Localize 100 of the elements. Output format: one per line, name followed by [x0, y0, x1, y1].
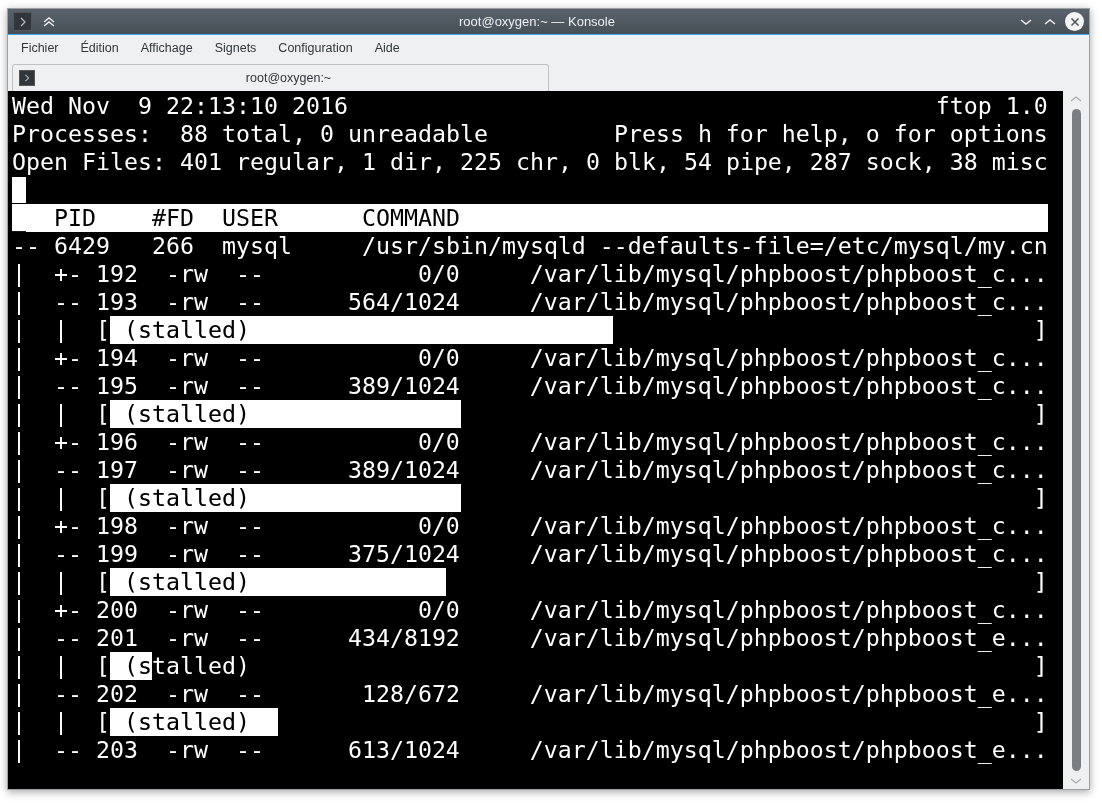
file-path: /var/lib/mysql/phpboost/phpboost_e... — [529, 680, 1048, 708]
file-path: /var/lib/mysql/phpboost/phpboost_c... — [529, 288, 1048, 316]
menu-item[interactable]: Affichage — [140, 39, 193, 58]
tree-marker: | — [54, 484, 68, 512]
tree-marker: | — [12, 680, 26, 708]
file-path: /var/lib/mysql/phpboost/phpboost_c... — [529, 344, 1048, 372]
column-heading: COMMAND — [361, 204, 460, 232]
file-mode: -rw — [165, 624, 208, 652]
tree-marker: | — [12, 288, 26, 316]
tree-marker: | — [54, 652, 68, 680]
status-text: Press h for help, o for options — [613, 120, 1048, 148]
tree-marker: +- — [54, 512, 82, 540]
command-text: /usr/sbin/mysqld --defaults-file=/etc/mysql/my.cn — [361, 232, 1048, 260]
tree-marker: -- — [54, 540, 82, 568]
close-button[interactable] — [1065, 12, 1084, 31]
scroll-thumb[interactable] — [1071, 109, 1081, 771]
tree-marker: | — [54, 568, 68, 596]
progress-bracket: [ — [95, 316, 110, 344]
file-flags: -- — [235, 456, 264, 484]
tree-marker: | — [12, 260, 26, 288]
window-title: root@oxygen:~ — Konsole — [459, 12, 615, 31]
scrollbar[interactable] — [1063, 91, 1089, 789]
file-mode: -rw — [165, 372, 208, 400]
file-offset: 375/1024 — [347, 540, 460, 568]
fd-number: 196 — [95, 428, 138, 456]
fd-number: 193 — [95, 288, 138, 316]
tree-marker: | — [12, 456, 26, 484]
process-id: 6429 — [54, 232, 110, 260]
progress-bracket: ] — [1033, 568, 1048, 596]
file-offset: 564/1024 — [347, 288, 460, 316]
menu-item[interactable]: Signets — [214, 39, 257, 58]
file-mode: -rw — [165, 288, 208, 316]
file-flags: -- — [235, 736, 264, 764]
tree-marker: | — [12, 540, 26, 568]
tab[interactable]: root@oxygen:~ — [12, 64, 549, 91]
file-path: /var/lib/mysql/phpboost/phpboost_c... — [529, 512, 1048, 540]
file-flags: -- — [235, 512, 264, 540]
tree-marker: -- — [12, 232, 40, 260]
menu-item[interactable]: Fichier — [21, 39, 59, 58]
progress-bracket: [ — [95, 652, 110, 680]
file-offset: 0/0 — [417, 260, 460, 288]
file-path: /var/lib/mysql/phpboost/phpboost_c... — [529, 260, 1048, 288]
file-path: /var/lib/mysql/phpboost/phpboost_c... — [529, 428, 1048, 456]
tree-marker: | — [12, 428, 26, 456]
tree-marker: -- — [54, 624, 82, 652]
file-offset: 128/672 — [361, 680, 460, 708]
tree-marker: | — [54, 708, 68, 736]
fd-number: 199 — [95, 540, 138, 568]
progress-bracket: [ — [95, 400, 110, 428]
fd-number: 202 — [95, 680, 138, 708]
file-path: /var/lib/mysql/phpboost/phpboost_c... — [529, 596, 1048, 624]
file-mode: -rw — [165, 344, 208, 372]
tree-marker: | — [12, 316, 26, 344]
progress-bracket: ] — [1033, 652, 1048, 680]
tree-marker: | — [12, 624, 26, 652]
progress-label: (stalled) — [123, 568, 250, 596]
fd-number: 194 — [95, 344, 138, 372]
file-flags: -- — [235, 624, 264, 652]
file-flags: -- — [235, 288, 264, 316]
close-icon — [1069, 16, 1080, 27]
tree-marker: | — [12, 344, 26, 372]
progress-label: (stalled) — [123, 708, 250, 736]
tree-marker: +- — [54, 260, 82, 288]
tree-marker: -- — [54, 288, 82, 316]
tree-marker: | — [12, 372, 26, 400]
tree-marker: +- — [54, 344, 82, 372]
double-chevron-icon — [42, 15, 56, 28]
tree-marker: | — [12, 708, 26, 736]
terminal-icon — [19, 70, 35, 86]
chevron-up-icon — [1043, 16, 1057, 27]
menu-item[interactable]: Configuration — [278, 39, 353, 58]
tree-marker: | — [54, 400, 68, 428]
fd-number: 192 — [95, 260, 138, 288]
tree-marker: -- — [54, 372, 82, 400]
tree-marker: +- — [54, 428, 82, 456]
file-offset: 0/0 — [417, 596, 460, 624]
chevron-down-icon — [1019, 16, 1033, 27]
user-name: mysql — [221, 232, 292, 260]
progress-label: (stalled) — [123, 400, 250, 428]
progress-bracket: ] — [1033, 708, 1048, 736]
file-path: /var/lib/mysql/phpboost/phpboost_e... — [529, 736, 1048, 764]
file-offset: 434/8192 — [347, 624, 460, 652]
file-path: /var/lib/mysql/phpboost/phpboost_c... — [529, 540, 1048, 568]
tree-marker: | — [12, 512, 26, 540]
file-flags: -- — [235, 596, 264, 624]
menu-item[interactable]: Édition — [80, 39, 119, 58]
progress-bracket: ] — [1033, 400, 1048, 428]
file-flags: -- — [235, 372, 264, 400]
fd-number: 197 — [95, 456, 138, 484]
menu-item[interactable]: Aide — [374, 39, 400, 58]
progress-bracket: ] — [1033, 484, 1048, 512]
file-offset: 0/0 — [417, 512, 460, 540]
file-offset: 613/1024 — [347, 736, 460, 764]
tree-marker: | — [12, 736, 26, 764]
file-mode: -rw — [165, 680, 208, 708]
progress-label: (stalled) — [123, 316, 250, 344]
column-heading: PID — [54, 204, 96, 232]
terminal-icon[interactable] — [13, 12, 32, 31]
status-text: Wed Nov 9 22:13:10 2016 — [12, 92, 348, 120]
file-path: /var/lib/mysql/phpboost/phpboost_e... — [529, 624, 1048, 652]
